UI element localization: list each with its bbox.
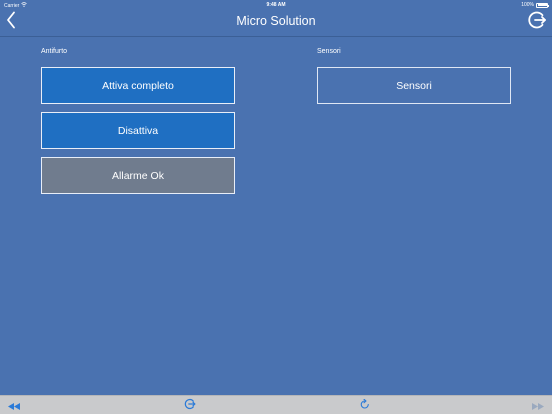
logout-icon bbox=[184, 397, 196, 414]
nav-bar: Micro Solution bbox=[0, 9, 552, 37]
page-title: Micro Solution bbox=[236, 14, 316, 28]
status-time: 9:48 AM bbox=[266, 2, 286, 8]
logout-button[interactable] bbox=[526, 11, 548, 33]
button-label: Disattiva bbox=[117, 124, 159, 137]
button-label: Attiva completo bbox=[102, 79, 174, 92]
rewind-icon bbox=[8, 397, 20, 414]
forward-button[interactable] bbox=[530, 398, 546, 413]
battery-icon bbox=[536, 2, 549, 8]
section-label-antifurto: Antifurto bbox=[41, 48, 68, 55]
status-battery: 100% bbox=[521, 2, 549, 8]
refresh-icon bbox=[360, 397, 370, 414]
allarme-ok-button[interactable]: Allarme Ok bbox=[41, 157, 235, 194]
button-label: Sensori bbox=[396, 79, 432, 92]
bottom-toolbar bbox=[0, 395, 552, 414]
battery-percent: 100% bbox=[521, 2, 534, 8]
logout-icon bbox=[527, 10, 547, 35]
disattiva-button[interactable]: Disattiva bbox=[41, 112, 235, 149]
button-label: Allarme Ok bbox=[112, 169, 164, 182]
fast-forward-icon bbox=[532, 397, 544, 414]
sensori-button[interactable]: Sensori bbox=[317, 67, 511, 104]
rewind-button[interactable] bbox=[6, 398, 22, 413]
app-screen: Carrier 9:48 AM 100% Micro Solution Anti… bbox=[0, 0, 552, 414]
status-bar: Carrier 9:48 AM 100% bbox=[0, 0, 552, 9]
attiva-completo-button[interactable]: Attiva completo bbox=[41, 67, 235, 104]
refresh-button[interactable] bbox=[357, 398, 373, 413]
toolbar-logout-button[interactable] bbox=[182, 398, 198, 413]
section-label-sensori: Sensori bbox=[317, 48, 341, 55]
